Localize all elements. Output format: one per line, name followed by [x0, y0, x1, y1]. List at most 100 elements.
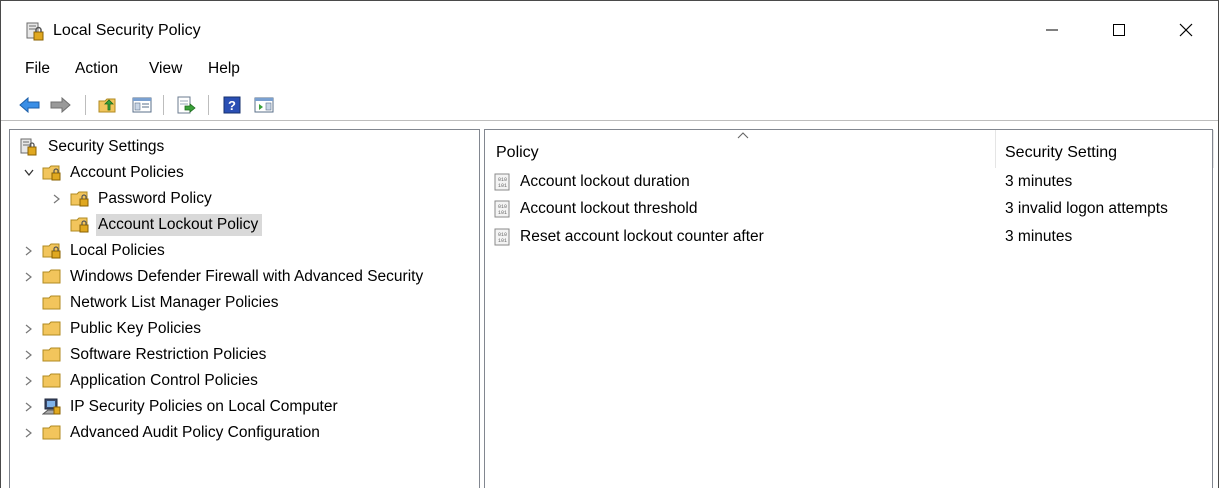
folder-icon [42, 320, 62, 338]
folder-icon [42, 268, 62, 286]
policy-setting-icon: 010 101 [494, 173, 510, 191]
results-pane: Policy Security Setting 010 101 Account … [484, 129, 1214, 488]
export-list-icon [177, 96, 196, 114]
forward-icon [50, 97, 71, 113]
show-hide-console-tree-button[interactable] [131, 94, 153, 116]
export-list-button[interactable] [175, 94, 197, 116]
policy-setting-icon: 010 101 [494, 200, 510, 218]
minimize-icon [1046, 29, 1058, 31]
minimize-button[interactable] [1029, 11, 1075, 49]
secure-folder-icon [70, 216, 90, 234]
chevron-right-icon[interactable] [22, 400, 36, 414]
toolbar-separator [208, 95, 209, 115]
toolbar-separator [163, 95, 164, 115]
tree-label: Local Policies [70, 242, 165, 259]
menu-help[interactable]: Help [206, 58, 242, 80]
local-security-policy-window: Local Security Policy File Action View H… [0, 0, 1219, 488]
tree-item-windows-defender-firewall[interactable]: Windows Defender Firewall with Advanced … [22, 264, 427, 290]
policy-name: Account lockout threshold [520, 200, 698, 217]
tree-item-network-list-manager-policies[interactable]: Network List Manager Policies [42, 290, 282, 316]
menu-bar: File Action View Help [1, 58, 1218, 82]
show-hide-tree-icon [132, 97, 152, 113]
tree-label: Software Restriction Policies [70, 346, 267, 363]
tree-label: Network List Manager Policies [70, 294, 279, 311]
folder-icon [42, 372, 62, 390]
menu-view[interactable]: View [147, 58, 184, 80]
tree-label: Security Settings [48, 138, 165, 155]
tree-label: Windows Defender Firewall with Advanced … [70, 268, 424, 285]
maximize-icon [1113, 24, 1125, 36]
security-policy-app-icon [25, 22, 45, 42]
tree-item-account-lockout-policy[interactable]: Account Lockout Policy [70, 212, 263, 238]
svg-text:?: ? [228, 98, 236, 113]
show-action-pane-icon [254, 97, 274, 113]
policy-setting-icon: 010 101 [494, 228, 510, 246]
tree-label: IP Security Policies on Local Computer [70, 398, 338, 415]
tree-label: Password Policy [98, 190, 212, 207]
back-button[interactable] [19, 94, 41, 116]
policy-setting-value: 3 minutes [1005, 173, 1073, 190]
chevron-right-icon[interactable] [50, 192, 64, 206]
help-button[interactable]: ? [221, 94, 243, 116]
column-divider[interactable] [1213, 130, 1214, 168]
folder-icon [42, 294, 62, 312]
chevron-down-icon[interactable] [22, 166, 36, 180]
chevron-right-icon[interactable] [22, 348, 36, 362]
close-icon [1179, 23, 1193, 37]
maximize-button[interactable] [1096, 11, 1142, 49]
tree-item-local-policies[interactable]: Local Policies [22, 238, 169, 264]
chevron-right-icon[interactable] [22, 322, 36, 336]
close-button[interactable] [1163, 11, 1209, 49]
folder-icon [42, 346, 62, 364]
tree-item-ip-security-policies[interactable]: IP Security Policies on Local Computer [22, 394, 342, 420]
policy-setting-value: 3 invalid logon attempts [1005, 200, 1168, 217]
policy-row[interactable]: 010 101 Account lockout threshold 3 inva… [493, 196, 1203, 222]
svg-text:101: 101 [498, 238, 507, 244]
chevron-right-icon[interactable] [22, 270, 36, 284]
tree-item-application-control-policies[interactable]: Application Control Policies [22, 368, 262, 394]
tree-item-password-policy[interactable]: Password Policy [50, 186, 216, 212]
policy-row[interactable]: 010 101 Reset account lockout counter af… [493, 224, 1203, 250]
tree-label: Application Control Policies [70, 372, 258, 389]
column-header-policy[interactable]: Policy [496, 130, 994, 168]
tree-root-security-settings[interactable]: Security Settings [20, 134, 168, 160]
tree-item-account-policies[interactable]: Account Policies [22, 160, 188, 186]
up-folder-icon [98, 98, 116, 113]
tree-item-advanced-audit-policy-configuration[interactable]: Advanced Audit Policy Configuration [22, 420, 324, 446]
policy-name: Account lockout duration [520, 173, 690, 190]
svg-text:101: 101 [498, 210, 507, 216]
secure-folder-icon [70, 190, 90, 208]
chevron-right-icon[interactable] [22, 244, 36, 258]
column-header-security-setting[interactable]: Security Setting [1005, 130, 1210, 168]
secure-folder-icon [42, 242, 62, 260]
toolbar: ? [1, 89, 1218, 121]
tree-label: Account Policies [70, 164, 184, 181]
menu-file[interactable]: File [23, 58, 52, 80]
back-icon [19, 97, 40, 113]
console-tree[interactable]: Security Settings Account Policies Passw… [9, 129, 480, 488]
folder-icon [42, 424, 62, 442]
tree-label: Public Key Policies [70, 320, 201, 337]
svg-text:101: 101 [498, 183, 507, 189]
menu-action[interactable]: Action [73, 58, 120, 80]
column-divider[interactable] [995, 130, 996, 168]
chevron-right-icon[interactable] [22, 426, 36, 440]
forward-button[interactable] [49, 94, 71, 116]
window-title: Local Security Policy [53, 22, 201, 39]
secure-folder-icon [42, 164, 62, 182]
title-bar[interactable]: Local Security Policy [1, 1, 1218, 55]
tree-item-software-restriction-policies[interactable]: Software Restriction Policies [22, 342, 270, 368]
policy-setting-value: 3 minutes [1005, 228, 1073, 245]
ip-security-computer-icon [42, 398, 62, 416]
show-hide-action-pane-button[interactable] [253, 94, 275, 116]
tree-label: Advanced Audit Policy Configuration [70, 424, 320, 441]
policy-name: Reset account lockout counter after [520, 228, 764, 245]
toolbar-separator [85, 95, 86, 115]
help-icon: ? [223, 96, 241, 114]
tree-item-public-key-policies[interactable]: Public Key Policies [22, 316, 205, 342]
policy-row[interactable]: 010 101 Account lockout duration 3 minut… [493, 169, 1203, 195]
up-one-level-button[interactable] [97, 94, 119, 116]
security-settings-icon [20, 138, 40, 156]
tree-label: Account Lockout Policy [96, 214, 263, 236]
chevron-right-icon[interactable] [22, 374, 36, 388]
